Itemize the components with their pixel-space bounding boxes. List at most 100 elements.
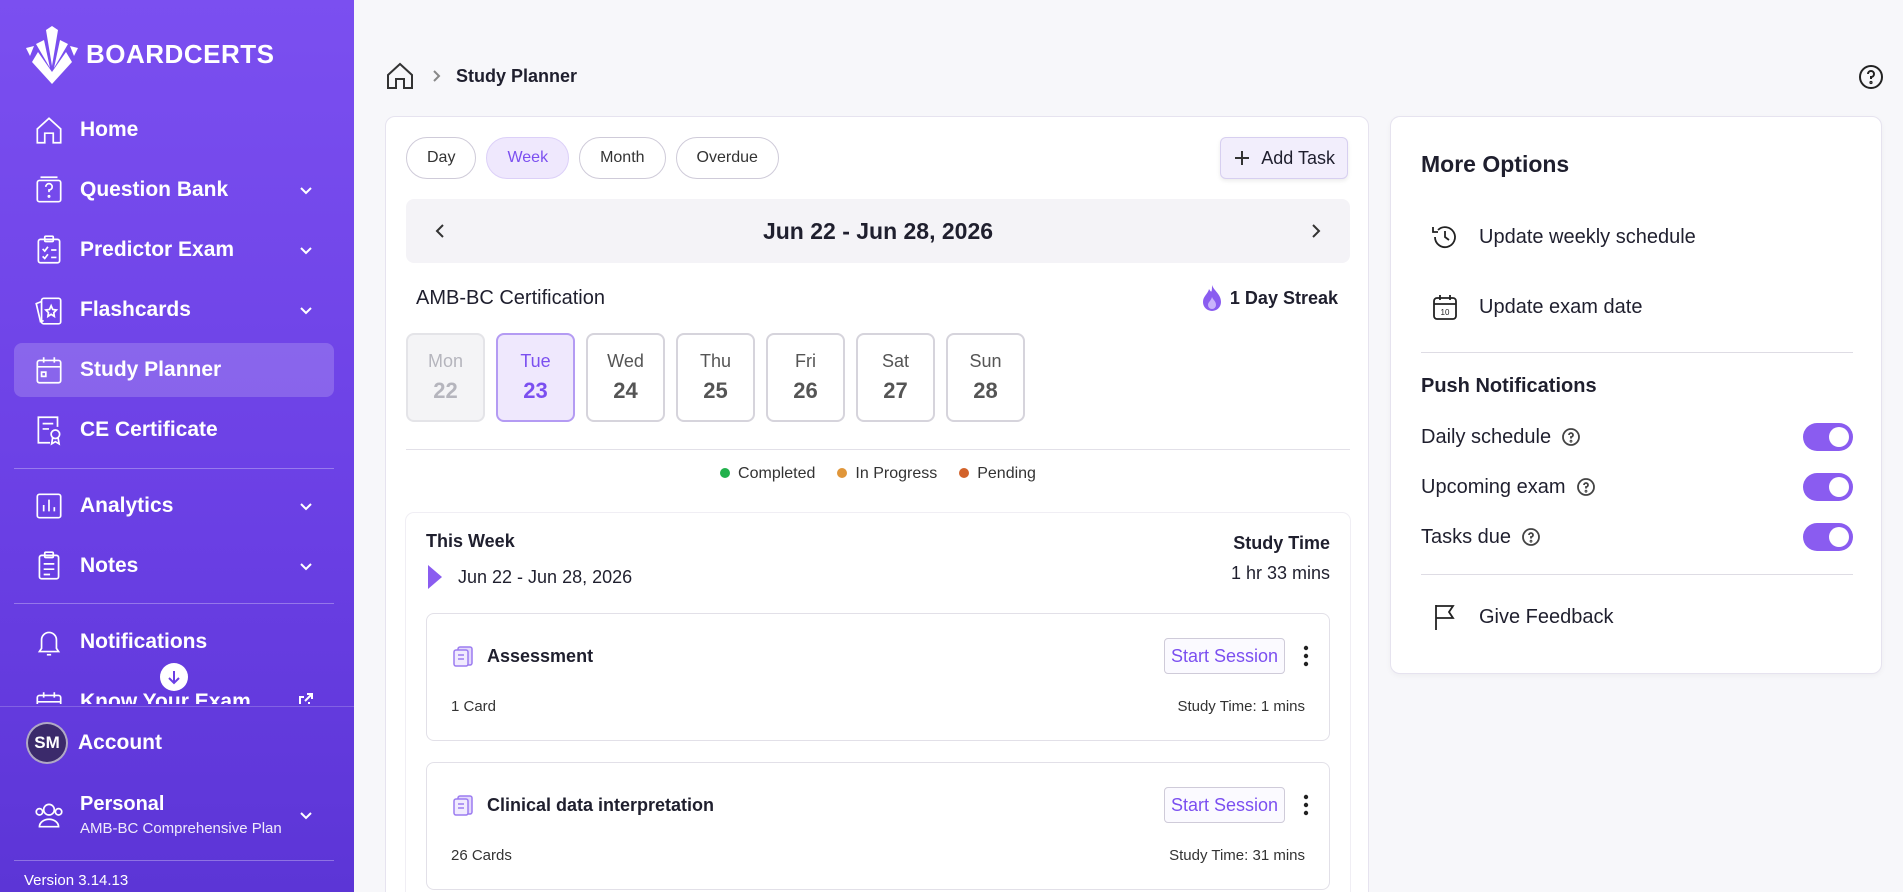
- daily-schedule-toggle[interactable]: [1803, 423, 1853, 451]
- sidebar-item-predictor-exam[interactable]: Predictor Exam: [14, 223, 334, 277]
- sidebar-item-label: Home: [80, 118, 139, 141]
- sidebar-item-account[interactable]: SM Account: [14, 716, 334, 770]
- upcoming-exam-toggle[interactable]: [1803, 473, 1853, 501]
- day-name: Sat: [881, 351, 910, 371]
- study-planner-panel: Day Week Month Overdue Add Task Jun 22 -…: [385, 116, 1369, 892]
- this-week-range-text: Jun 22 - Jun 28, 2026: [458, 566, 633, 587]
- calendar-icon: [28, 349, 70, 391]
- day-tue[interactable]: Tue 23: [496, 333, 575, 422]
- question-bank-icon: [28, 169, 70, 211]
- sidebar-item-notifications[interactable]: Notifications: [14, 615, 334, 669]
- tab-week[interactable]: Week: [486, 137, 570, 179]
- sidebar-item-question-bank[interactable]: Question Bank: [14, 163, 334, 217]
- status-dot: [837, 468, 848, 478]
- day-wed[interactable]: Wed 24: [586, 333, 665, 422]
- day-name: Fri: [795, 351, 816, 371]
- day-sun[interactable]: Sun 28: [946, 333, 1025, 422]
- day-date: 27: [883, 378, 908, 403]
- streak-badge: 1 Day Streak: [1200, 283, 1338, 313]
- legend-label: Completed: [738, 465, 816, 482]
- study-time-value: 1 hr 33 mins: [1230, 563, 1330, 583]
- sidebar-item-label: Notifications: [80, 630, 208, 653]
- sidebar-item-study-planner[interactable]: Study Planner: [14, 343, 334, 397]
- week-navigator: Jun 22 - Jun 28, 2026: [406, 199, 1350, 263]
- update-exam-date-button[interactable]: 10 Update exam date: [1429, 291, 1642, 323]
- home-icon[interactable]: [384, 60, 416, 92]
- chevron-right-icon[interactable]: [1306, 221, 1326, 241]
- chevron-down-icon[interactable]: [296, 180, 316, 200]
- sidebar-item-analytics[interactable]: Analytics: [14, 479, 334, 533]
- certificate-icon: [28, 409, 70, 451]
- calendar-date-icon: 10: [1433, 295, 1457, 320]
- flashcard-deck-icon: [453, 646, 473, 667]
- update-weekly-schedule-button[interactable]: Update weekly schedule: [1429, 221, 1696, 253]
- day-name: Thu: [699, 351, 732, 371]
- plan-switcher[interactable]: Personal AMB-BC Comprehensive Plan: [14, 786, 334, 844]
- help-icon[interactable]: [1521, 527, 1541, 547]
- task-name: Clinical data interpretation: [487, 795, 715, 815]
- start-session-button[interactable]: Start Session: [1163, 638, 1285, 674]
- legend-in-progress: In Progress: [837, 465, 937, 483]
- brand-logo[interactable]: BOARDCERTS: [24, 22, 274, 86]
- sidebar: BOARDCERTS Home Question Bank Predictor …: [0, 0, 354, 892]
- day-name: Mon: [427, 351, 463, 371]
- legend-label: In Progress: [855, 465, 938, 482]
- more-vertical-icon[interactable]: [1303, 644, 1309, 668]
- boardcerts-logo-icon: [26, 26, 78, 84]
- chevron-down-icon[interactable]: [296, 300, 316, 320]
- sidebar-divider: [0, 706, 354, 707]
- day-name: Sun: [969, 351, 1002, 371]
- day-date: 28: [973, 378, 998, 403]
- day-mon[interactable]: Mon 22: [406, 333, 485, 422]
- history-icon: [1432, 226, 1456, 249]
- chevron-down-icon[interactable]: [296, 496, 316, 516]
- sidebar-item-ce-certificate[interactable]: CE Certificate: [14, 403, 334, 457]
- day-date: 22: [433, 378, 458, 403]
- flashcard-deck-icon: [453, 795, 473, 816]
- external-link-icon[interactable]: [296, 690, 316, 704]
- scroll-down-button[interactable]: [160, 663, 188, 691]
- day-date: 24: [613, 378, 638, 403]
- tab-day[interactable]: Day: [406, 137, 477, 179]
- more-options-title: More Options: [1421, 151, 1570, 177]
- app-version: Version 3.14.13: [24, 872, 129, 889]
- more-vertical-icon[interactable]: [1303, 793, 1309, 817]
- toggle-label: Tasks due: [1421, 525, 1512, 548]
- more-options-panel: More Options Update weekly schedule 10 U…: [1390, 116, 1882, 674]
- arrow-down-icon: [168, 671, 180, 685]
- day-thu[interactable]: Thu 25: [676, 333, 755, 422]
- give-feedback-button[interactable]: Give Feedback: [1429, 601, 1614, 633]
- day-date: 26: [793, 378, 818, 403]
- tab-overdue[interactable]: Overdue: [675, 137, 779, 179]
- flag-icon: [1435, 605, 1455, 630]
- flame-icon: [1202, 285, 1221, 311]
- add-task-button[interactable]: Add Task: [1220, 137, 1348, 179]
- chevron-down-icon[interactable]: [296, 240, 316, 260]
- task-study-time: Study Time: 1 mins: [1177, 698, 1305, 715]
- tab-month[interactable]: Month: [579, 137, 666, 179]
- day-date: 23: [523, 378, 548, 403]
- sidebar-item-flashcards[interactable]: Flashcards: [14, 283, 334, 337]
- start-session-button[interactable]: Start Session: [1163, 787, 1285, 823]
- help-icon[interactable]: [1561, 427, 1581, 447]
- sidebar-item-home[interactable]: Home: [14, 103, 334, 157]
- day-name: Tue: [520, 351, 551, 371]
- analytics-icon: [28, 485, 70, 527]
- sidebar-item-notes[interactable]: Notes: [14, 539, 334, 593]
- sidebar-item-label: Know Your Exam: [80, 690, 251, 704]
- help-icon[interactable]: [1576, 477, 1596, 497]
- toggle-label: Daily schedule: [1421, 425, 1552, 448]
- chevron-left-icon[interactable]: [430, 221, 450, 241]
- exam-calendar-icon: [28, 684, 70, 704]
- day-fri[interactable]: Fri 26: [766, 333, 845, 422]
- day-name: Wed: [607, 351, 644, 371]
- chevron-down-icon[interactable]: [296, 556, 316, 576]
- day-sat[interactable]: Sat 27: [856, 333, 935, 422]
- tasks-due-toggle[interactable]: [1803, 523, 1853, 551]
- chevron-down-icon[interactable]: [296, 805, 316, 825]
- task-card: Clinical data interpretation Start Sessi…: [426, 762, 1330, 890]
- week-range-title: Jun 22 - Jun 28, 2026: [762, 217, 994, 244]
- avatar: SM: [26, 722, 68, 764]
- sidebar-item-label: Account: [78, 731, 162, 754]
- help-icon[interactable]: [1858, 64, 1884, 90]
